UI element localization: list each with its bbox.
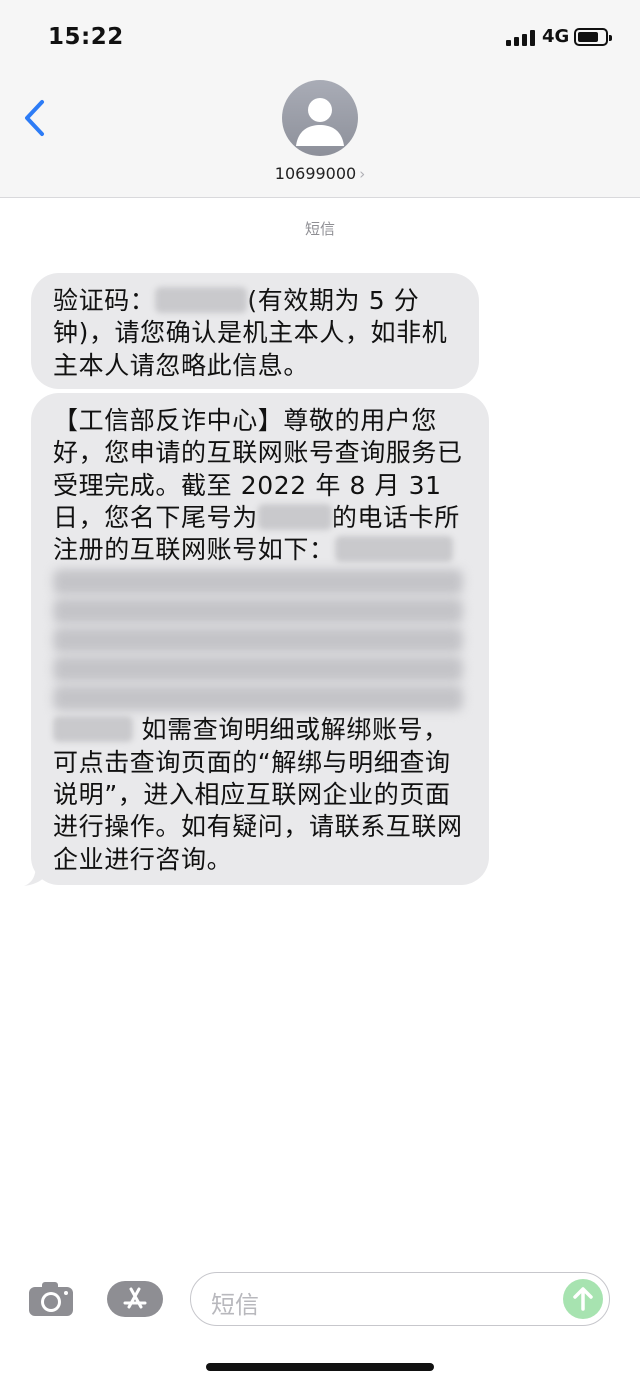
message-text: 验证码： <box>53 286 156 315</box>
camera-button[interactable] <box>28 1281 74 1317</box>
conversation-header: 15:22 4G 10699000 › <box>0 0 640 198</box>
message-input[interactable]: 短信 <box>190 1272 610 1326</box>
send-button[interactable] <box>563 1279 603 1319</box>
back-button[interactable] <box>20 98 50 138</box>
contact-avatar[interactable] <box>282 80 358 156</box>
redacted-account-list <box>53 656 463 683</box>
battery-icon <box>574 28 612 46</box>
redacted-account <box>334 536 453 563</box>
conversation-label: 短信 <box>304 220 335 238</box>
redacted-account-list <box>53 569 463 596</box>
bubble-tail-icon <box>24 862 52 886</box>
message-input-placeholder: 短信 <box>211 1291 259 1319</box>
camera-icon <box>29 1282 73 1316</box>
message-bubble[interactable]: 验证码： (有效期为 5 分钟)，请您确认是机主本人，如非机主本人请忽略此信息。 <box>31 273 479 389</box>
contact-number: 10699000 <box>274 164 357 183</box>
messages-screen: 15:22 4G 10699000 › 短信 验证码： (有效期为 5 分钟)，… <box>0 0 640 1385</box>
redacted-account <box>53 716 133 743</box>
chevron-right-icon: › <box>359 165 366 183</box>
network-type: 4G <box>542 26 570 47</box>
redacted-number <box>257 503 332 530</box>
app-store-icon <box>107 1281 163 1317</box>
redacted-code <box>155 287 248 313</box>
chevron-left-icon <box>25 100 44 136</box>
redacted-account-list <box>53 627 463 654</box>
home-indicator[interactable] <box>206 1363 434 1371</box>
redacted-account-list <box>53 598 463 625</box>
apps-button[interactable] <box>107 1281 163 1317</box>
contact-name[interactable]: 10699000 › <box>0 164 640 183</box>
message-bubble[interactable]: 【工信部反诈中心】尊敬的用户您好，您申请的互联网账号查询服务已受理完成。截至 2… <box>31 393 489 885</box>
redacted-account-list <box>53 685 463 712</box>
cellular-signal-icon <box>506 30 536 46</box>
person-icon <box>296 98 344 146</box>
status-time: 15:22 <box>48 24 124 50</box>
send-arrow-icon <box>573 1287 593 1311</box>
